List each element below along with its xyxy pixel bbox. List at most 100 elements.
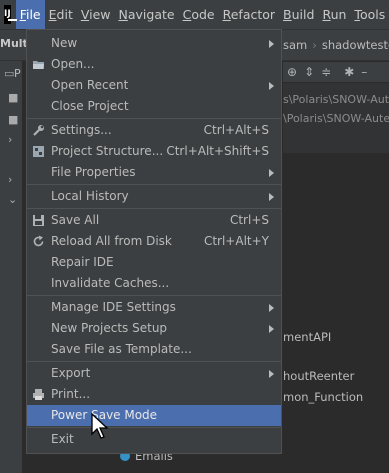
menu-item-label: Exit	[51, 432, 74, 446]
submenu-arrow-icon	[269, 370, 274, 378]
menu-file[interactable]: File	[15, 0, 45, 29]
tree-path: \Polaris\SNOW-Aute	[283, 112, 389, 125]
menu-item-label: Repair IDE	[51, 255, 114, 269]
menu-mnemonic: E	[48, 7, 57, 22]
menu-item-project-structure[interactable]: Project Structure... Ctrl+Alt+Shift+S	[27, 141, 281, 162]
menu-mnemonic: R	[222, 7, 231, 22]
menu-label-rest: ile	[25, 7, 41, 22]
menu-label-rest: efactor	[230, 7, 276, 22]
menu-edit[interactable]: Edit	[45, 0, 77, 29]
file-menu: New Open... Open Recent Close Project Settin…	[26, 29, 282, 454]
locate-icon[interactable]: ⊕	[287, 65, 297, 79]
folder-icon: ■	[8, 113, 19, 126]
menu-separator	[27, 208, 281, 209]
folder-icon: ■	[8, 91, 19, 104]
intellij-logo-icon: IJ	[4, 5, 17, 24]
menu-item-label: Save All	[51, 213, 100, 227]
menu-item-shortcut: Ctrl+Alt+Y	[203, 234, 269, 248]
submenu-arrow-icon	[269, 169, 274, 177]
menu-item-close-project[interactable]: Close Project	[27, 96, 281, 117]
menu-mnemonic: R	[322, 7, 331, 22]
menu-separator	[27, 118, 281, 119]
save-icon	[33, 215, 44, 226]
chevron-right-icon[interactable]: ›	[8, 133, 12, 146]
navigation-bar: sam›shadowtestca	[283, 38, 389, 52]
menu-item-print[interactable]: Print...	[27, 384, 281, 405]
gear-icon[interactable]: ✱	[344, 65, 354, 79]
chevron-down-icon[interactable]: ⌄	[8, 193, 17, 206]
submenu-arrow-icon	[269, 82, 274, 90]
menu-view[interactable]: View	[77, 0, 115, 29]
menu-item-label: Export	[51, 366, 91, 380]
menu-label-rest: ode	[191, 7, 215, 22]
project-panel-toolbar: ⊕ ⇕ ≑ ✱ –	[283, 62, 389, 82]
project-tool-strip: ▭ P ■ ■ › › ⌄	[0, 61, 22, 473]
menu-item-invalidate-caches[interactable]: Invalidate Caches...	[27, 273, 281, 294]
wrench-icon	[33, 125, 44, 136]
menu-item-new[interactable]: New	[27, 33, 281, 54]
print-icon	[33, 389, 44, 400]
minimize-icon[interactable]: –	[361, 65, 367, 79]
menu-item-manage-ide-settings[interactable]: Manage IDE Settings	[27, 297, 281, 318]
menu-label-rest: uild	[291, 7, 315, 22]
menu-item-label: Open Recent	[51, 78, 129, 92]
menu-item-label: Reload All from Disk	[51, 234, 172, 248]
menu-item-reload-all-from-disk[interactable]: Reload All from Disk Ctrl+Alt+Y	[27, 231, 281, 252]
nav-crumb-second[interactable]: shadowtestca	[322, 38, 389, 52]
submenu-arrow-icon	[269, 304, 274, 312]
menu-item-label: Open...	[51, 57, 95, 71]
menu-separator	[27, 427, 281, 428]
menu-separator	[27, 184, 281, 185]
reload-icon	[33, 235, 44, 247]
submenu-arrow-icon	[269, 193, 274, 201]
menu-item-local-history[interactable]: Local History	[27, 186, 281, 207]
menu-mnemonic: V	[80, 7, 90, 22]
folder-open-icon	[33, 61, 44, 69]
expand-all-icon[interactable]: ⇕	[304, 65, 314, 79]
submenu-arrow-icon	[269, 40, 274, 48]
menu-item-label: Manage IDE Settings	[51, 300, 176, 314]
tree-item[interactable]: mon_Function	[283, 390, 363, 404]
menu-item-exit[interactable]: Exit	[27, 429, 281, 450]
menu-item-shortcut: Ctrl+Alt+S	[203, 123, 269, 137]
project-tab[interactable]: ▭	[4, 67, 14, 80]
project-structure-icon	[33, 146, 44, 157]
menu-refactor[interactable]: Refactor	[219, 0, 279, 29]
menu-item-label: Local History	[51, 189, 129, 203]
menu-item-label: Invalidate Caches...	[51, 276, 170, 290]
menu-item-label: Save File as Template...	[51, 342, 192, 356]
menu-run[interactable]: Run	[318, 0, 350, 29]
menu-item-shortcut: Ctrl+S	[229, 213, 269, 227]
menu-item-label: Settings...	[51, 123, 112, 137]
tree-item[interactable]: houtReenter	[283, 369, 354, 383]
menu-item-new-projects-setup[interactable]: New Projects Setup	[27, 318, 281, 339]
menu-tools[interactable]: Tools	[350, 0, 389, 29]
menu-item-power-save-mode[interactable]: Power Save Mode	[27, 405, 281, 426]
menu-item-open[interactable]: Open...	[27, 54, 281, 75]
menu-separator	[27, 361, 281, 362]
menu-navigate[interactable]: Navigate	[115, 0, 179, 29]
chevron-right-icon[interactable]: ›	[8, 173, 12, 186]
menu-item-file-properties[interactable]: File Properties	[27, 162, 281, 183]
menu-item-label: Project Structure...	[51, 144, 164, 158]
menu-item-open-recent[interactable]: Open Recent	[27, 75, 281, 96]
menu-label-rest: dit	[56, 7, 73, 22]
nav-crumb-first[interactable]: sam	[283, 38, 307, 52]
menu-item-shortcut: Ctrl+Alt+Shift+S	[166, 144, 269, 158]
menu-item-settings[interactable]: Settings... Ctrl+Alt+S	[27, 120, 281, 141]
menu-item-save-file-as-template[interactable]: Save File as Template...	[27, 339, 281, 360]
menu-label-rest: un	[330, 7, 347, 22]
menu-item-save-all[interactable]: Save All Ctrl+S	[27, 210, 281, 231]
menu-item-repair-ide[interactable]: Repair IDE	[27, 252, 281, 273]
collapse-all-icon[interactable]: ≑	[321, 65, 331, 79]
menu-separator	[27, 295, 281, 296]
menu-mnemonic: N	[118, 7, 128, 22]
tree-item[interactable]: mentAPI	[283, 330, 331, 344]
menu-bar: IJ File Edit View Navigate Code Refactor Build…	[0, 0, 389, 30]
menu-item-label: New	[51, 36, 78, 50]
menu-code[interactable]: Code	[179, 0, 219, 29]
project-tab-label: P	[14, 67, 21, 80]
submenu-arrow-icon	[269, 325, 274, 333]
menu-build[interactable]: Build	[279, 0, 318, 29]
menu-item-export[interactable]: Export	[27, 363, 281, 384]
